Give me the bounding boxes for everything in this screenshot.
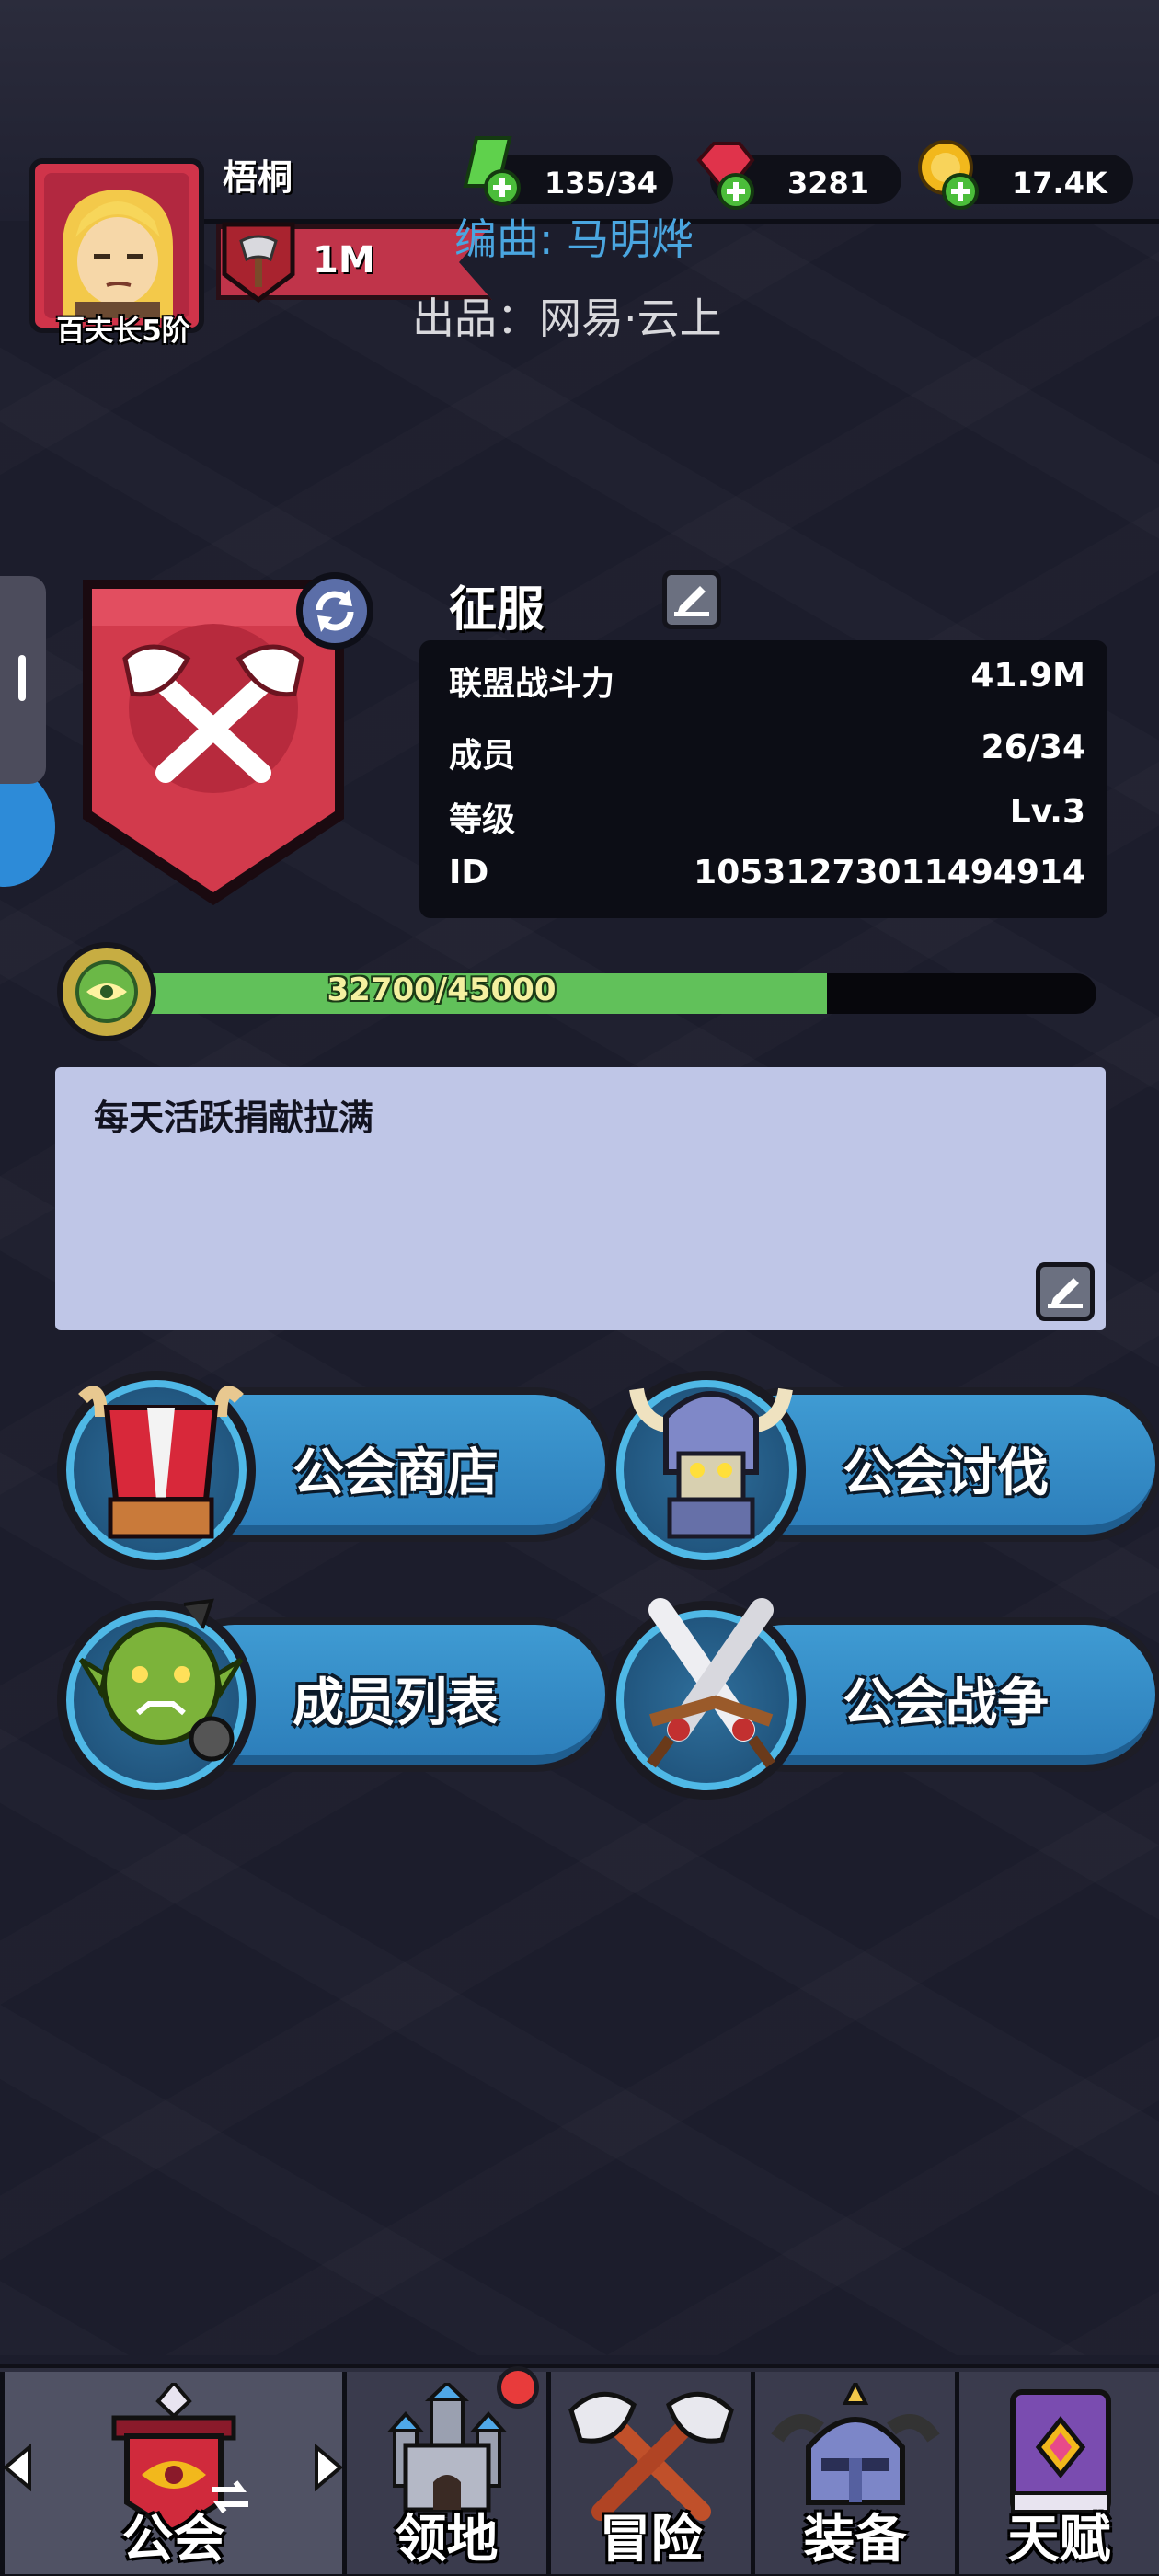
nav-label: 领地: [395, 2510, 499, 2570]
nav-tab-talent[interactable]: 天赋: [955, 2372, 1159, 2574]
guild-war-button[interactable]: 公会战争: [607, 1598, 1159, 1800]
credit-composer: 编曲: 马明烨: [454, 214, 694, 264]
nav-label: 冒险: [599, 2510, 703, 2570]
nav-label: 天赋: [1007, 2510, 1111, 2570]
gems-value: 135/34: [545, 166, 659, 201]
pencil-icon: [1048, 1278, 1083, 1308]
stat-value: Lv.3: [1009, 793, 1085, 831]
player-power: 1M: [313, 239, 375, 282]
guild-war-icon: [647, 1598, 775, 1768]
guild-shop-button[interactable]: 公会商店: [57, 1371, 613, 1570]
nav-tab-equipment[interactable]: 装备: [751, 2372, 955, 2574]
stat-label: 联盟战斗力: [449, 665, 615, 703]
member-list-button[interactable]: 成员列表: [57, 1598, 613, 1800]
stat-value: 41.9M: [970, 657, 1085, 695]
member-list-icon: [78, 1598, 244, 1762]
nav-right-arrow-icon[interactable]: [309, 2442, 346, 2493]
guild-level-badge: [57, 942, 156, 1041]
guild-name: 征服: [449, 582, 545, 638]
rubies-value: 3281: [787, 166, 870, 201]
guild-notice-text: 每天活跃捐献拉满: [94, 1098, 374, 1138]
stat-row-power: 联盟战斗力 41.9M: [449, 657, 1085, 703]
nav-left-arrow-icon[interactable]: [0, 2442, 37, 2493]
edit-notice-button[interactable]: [1036, 1262, 1095, 1321]
axe-shield-icon: [222, 222, 295, 304]
stat-value: 10531273011494914: [694, 854, 1085, 891]
stat-value: 26/34: [981, 729, 1085, 766]
notification-badge: [497, 2366, 539, 2409]
credit-producer: 出品：网易·云上: [412, 293, 722, 343]
change-emblem-button[interactable]: [296, 572, 373, 650]
nav-label: 装备: [803, 2510, 907, 2570]
coins-value: 17.4K: [1012, 166, 1107, 201]
guild-raid-button[interactable]: 公会讨伐: [607, 1371, 1159, 1570]
stat-row-level: 等级 Lv.3: [449, 793, 1085, 839]
pencil-icon: [674, 586, 709, 616]
menu-label: 成员列表: [293, 1673, 499, 1733]
drawer-handle-icon: [18, 655, 26, 701]
menu-label: 公会战争: [843, 1673, 1049, 1733]
stat-row-members: 成员 26/34: [449, 729, 1085, 775]
stat-row-id: ID 10531273011494914: [449, 854, 1085, 900]
guild-shop-icon: [78, 1386, 244, 1539]
green-gem-plus-icon[interactable]: [458, 134, 528, 208]
red-ruby-plus-icon[interactable]: [692, 138, 762, 212]
player-rank: 百夫长5阶: [56, 315, 190, 348]
hero-face-icon: [63, 190, 173, 318]
switch-arrows-icon: [212, 2480, 248, 2513]
stat-label: ID: [449, 854, 489, 891]
menu-label: 公会商店: [293, 1443, 499, 1503]
nav-tab-adventure[interactable]: 冒险: [546, 2372, 751, 2574]
player-name: 梧桐: [223, 157, 293, 198]
stat-label: 等级: [449, 801, 516, 839]
eye-emblem-icon: [75, 960, 138, 1023]
gold-coin-plus-icon[interactable]: [916, 138, 986, 212]
nav-tab-guild[interactable]: 公会: [0, 2372, 342, 2574]
avatar-portrait: [44, 173, 189, 318]
guild-raid-icon: [629, 1387, 793, 1539]
stat-label: 成员: [449, 737, 516, 775]
refresh-icon: [316, 590, 354, 632]
menu-label: 公会讨伐: [843, 1443, 1049, 1503]
nav-label: 公会: [121, 2510, 225, 2570]
edit-guild-name-button[interactable]: [662, 570, 721, 629]
